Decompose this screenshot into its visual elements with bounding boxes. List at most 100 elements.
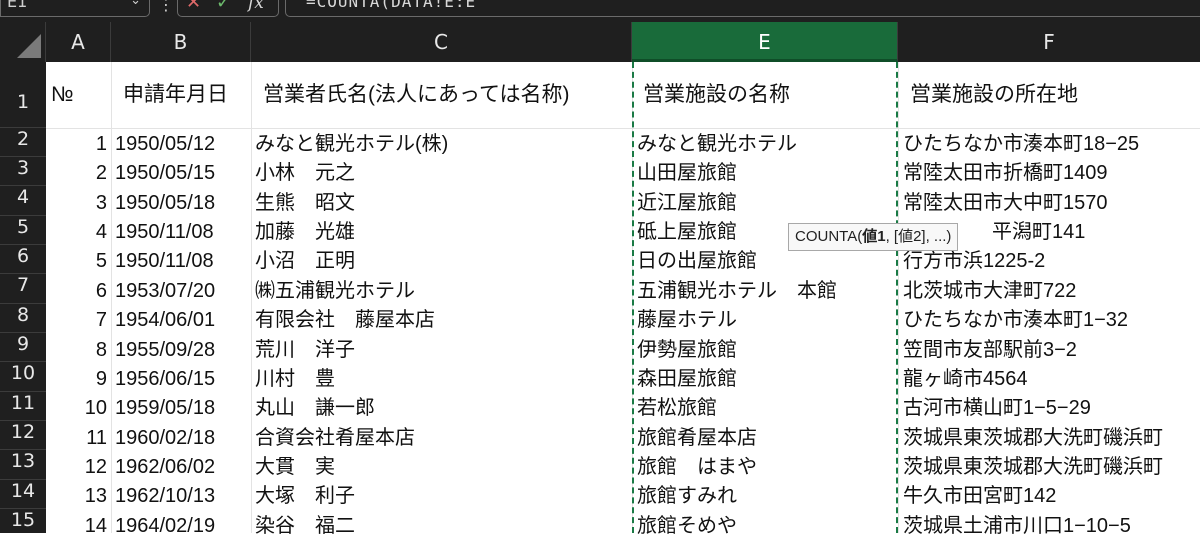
row-header-5[interactable]: 5 [0, 216, 46, 245]
name-box-value: E1 [7, 0, 28, 11]
row-header-15[interactable]: 15 [0, 509, 46, 533]
cell-facility-address[interactable]: 茨城県東茨城郡大洗町磯浜町 [903, 424, 1200, 453]
row-header-4[interactable]: 4 [0, 186, 46, 216]
cell-operator[interactable]: 小沼 正明 [255, 247, 629, 276]
cell-no[interactable]: 8 [46, 336, 107, 365]
cell-date[interactable]: 1950/05/12 [115, 130, 249, 159]
column-header-c[interactable]: C [251, 22, 632, 62]
cell-no[interactable]: 5 [46, 247, 107, 276]
column-e-selection-border [632, 62, 898, 533]
cell-operator[interactable]: 生熊 昭文 [255, 189, 629, 218]
header-cell-date[interactable]: 申請年月日 [123, 62, 249, 128]
cell-operator[interactable]: 丸山 謙一郎 [255, 394, 629, 423]
gridline [898, 62, 899, 533]
column-header-b[interactable]: B [111, 22, 251, 62]
chevron-down-icon[interactable]: ⌄ [130, 0, 141, 12]
cell-date[interactable]: 1962/06/02 [115, 453, 249, 482]
cell-operator[interactable]: 荒川 洋子 [255, 336, 629, 365]
cell-facility-address[interactable]: 笠間市友部駅前3−2 [903, 336, 1200, 365]
row-header-7[interactable]: 7 [0, 274, 46, 304]
cell-date[interactable]: 1950/11/08 [115, 218, 249, 247]
row-header-13[interactable]: 13 [0, 450, 46, 480]
select-all-triangle-icon [17, 34, 41, 58]
cell-operator[interactable]: 川村 豊 [255, 365, 629, 394]
header-cell-operator[interactable]: 営業者氏名(法人にあっては名称) [263, 62, 629, 128]
cell-no[interactable]: 10 [46, 394, 107, 423]
cell-facility-address[interactable]: 茨城県東茨城郡大洗町磯浜町 [903, 453, 1200, 482]
cell-no[interactable]: 12 [46, 453, 107, 482]
cell-date[interactable]: 1955/09/28 [115, 336, 249, 365]
row-header-14[interactable]: 14 [0, 480, 46, 509]
cell-facility-address[interactable]: 常陸太田市大中町1570 [903, 189, 1200, 218]
row-header-12[interactable]: 12 [0, 421, 46, 450]
column-header-e[interactable]: E [632, 22, 898, 62]
row-header-8[interactable]: 8 [0, 304, 46, 333]
cell-date[interactable]: 1962/10/13 [115, 482, 249, 511]
row-header-10[interactable]: 10 [0, 362, 46, 392]
formula-buttons: ✕ ✓ fx [177, 0, 279, 17]
cell-no[interactable]: 14 [46, 512, 107, 541]
row-header-3[interactable]: 3 [0, 157, 46, 186]
cell-no[interactable]: 11 [46, 424, 107, 453]
cell-facility-address[interactable]: 古河市横山町1−5−29 [903, 394, 1200, 423]
cell-facility-address[interactable]: 龍ヶ崎市4564 [903, 365, 1200, 394]
cell-operator[interactable]: みなと観光ホテル(株) [255, 130, 629, 159]
cancel-icon[interactable]: ✕ [186, 0, 201, 14]
cell-date[interactable]: 1964/02/19 [115, 512, 249, 541]
function-tooltip[interactable]: COUNTA(値1, [値2], ...) [788, 223, 959, 251]
formula-input[interactable]: =COUNTA(DATA!E:E [285, 0, 1200, 17]
cell-operator[interactable]: 大塚 利子 [255, 482, 629, 511]
row-header-6[interactable]: 6 [0, 245, 46, 274]
cell-facility-address[interactable]: 北茨城市大津町722 [903, 277, 1200, 306]
cell-date[interactable]: 1960/02/18 [115, 424, 249, 453]
row-header-2[interactable]: 2 [0, 128, 46, 157]
cell-no[interactable]: 9 [46, 365, 107, 394]
gridline [251, 62, 252, 533]
cell-date[interactable]: 1956/06/15 [115, 365, 249, 394]
row-header-1[interactable]: 1 [0, 62, 46, 128]
cell-facility-address[interactable]: 平潟町141 [992, 218, 1200, 247]
cell-operator[interactable]: 加藤 光雄 [255, 218, 629, 247]
cell-facility-address[interactable]: 茨城県土浦市川口1−10−5 [903, 512, 1200, 541]
cell-facility-address[interactable]: 行方市浜1225-2 [903, 247, 1200, 276]
cell-facility-address[interactable]: 牛久市田宮町142 [903, 482, 1200, 511]
cell-operator[interactable]: 合資会社肴屋本店 [255, 424, 629, 453]
cell-facility-address[interactable]: 常陸太田市折橋町1409 [903, 159, 1200, 188]
select-all-button[interactable] [0, 22, 46, 62]
cell-no[interactable]: 3 [46, 189, 107, 218]
cell-date[interactable]: 1950/05/18 [115, 189, 249, 218]
cell-operator[interactable]: 小林 元之 [255, 159, 629, 188]
insert-function-icon[interactable]: fx [248, 0, 264, 14]
cell-operator[interactable]: ㈱五浦観光ホテル [255, 277, 629, 306]
cell-operator[interactable]: 有限会社 藤屋本店 [255, 306, 629, 335]
cell-no[interactable]: 6 [46, 277, 107, 306]
cell-no[interactable]: 13 [46, 482, 107, 511]
row-header-11[interactable]: 11 [0, 392, 46, 421]
formula-bar: E1 ⌄ ⋮ ✕ ✓ fx =COUNTA(DATA!E:E [0, 0, 1200, 22]
cell-no[interactable]: 7 [46, 306, 107, 335]
header-cell-no[interactable]: № [51, 62, 109, 128]
name-box[interactable]: E1 ⌄ [0, 0, 150, 17]
cell-date[interactable]: 1959/05/18 [115, 394, 249, 423]
enter-icon[interactable]: ✓ [216, 0, 231, 14]
cell-no[interactable]: 4 [46, 218, 107, 247]
row-header-9[interactable]: 9 [0, 333, 46, 362]
more-dots-icon[interactable]: ⋮ [158, 0, 174, 16]
cell-no[interactable]: 2 [46, 159, 107, 188]
cell-operator[interactable]: 染谷 福二 [255, 512, 629, 541]
cell-operator[interactable]: 大貫 実 [255, 453, 629, 482]
cell-date[interactable]: 1954/06/01 [115, 306, 249, 335]
tooltip-args-rest: , [値2], ...) [885, 228, 952, 245]
cell-facility-address[interactable]: ひたちなか市湊本町18−25 [903, 130, 1200, 159]
cell-no[interactable]: 1 [46, 130, 107, 159]
cell-facility-address[interactable]: ひたちなか市湊本町1−32 [903, 306, 1200, 335]
cell-date[interactable]: 1950/11/08 [115, 247, 249, 276]
column-header-f[interactable]: F [898, 22, 1200, 62]
gridline [111, 62, 112, 533]
header-cell-facility-address[interactable]: 営業施設の所在地 [910, 62, 1198, 128]
gridline [46, 128, 1200, 129]
cell-date[interactable]: 1950/05/15 [115, 159, 249, 188]
cell-date[interactable]: 1953/07/20 [115, 277, 249, 306]
tooltip-arg-current: 値1 [862, 228, 886, 245]
column-header-a[interactable]: A [46, 22, 111, 62]
